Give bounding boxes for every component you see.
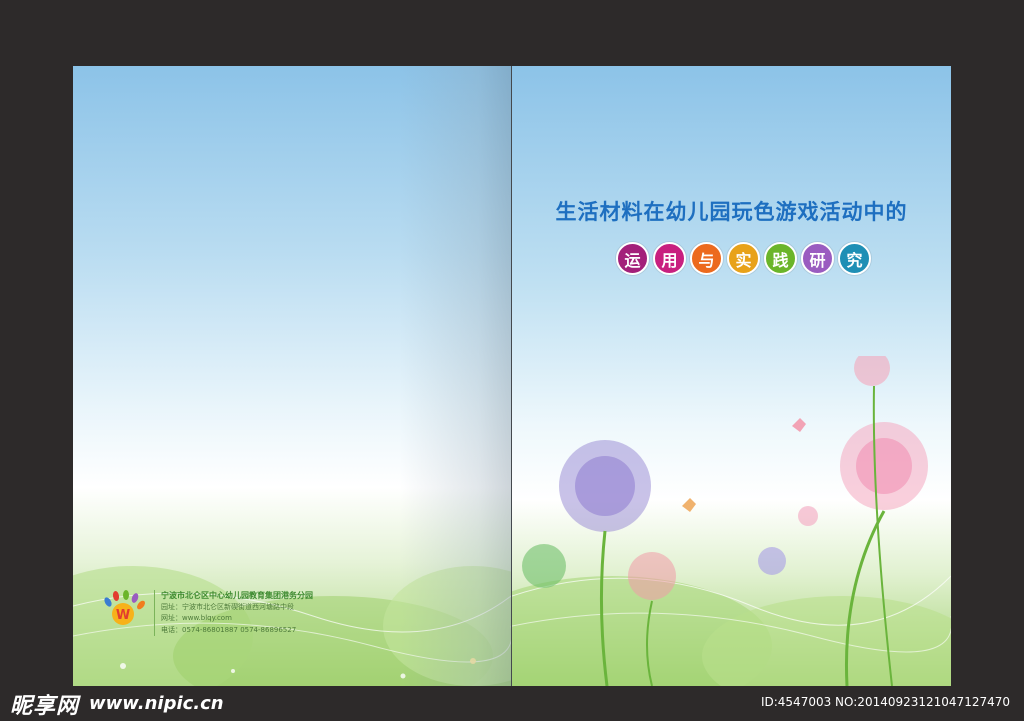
- subtitle-char: 用: [653, 242, 686, 275]
- cover-title: 生活材料在幼儿园玩色游戏活动中的: [555, 200, 908, 224]
- school-contact: 宁波市北仑区中心幼儿园教育集团港务分园 园址：宁波市北仑区新碶街道西河塘路中段 …: [154, 590, 313, 636]
- school-info-block: W 宁波市北仑区中心幼儿园教育集团港务分园 园址：宁波市北仑区新碶街道西河塘路中…: [100, 590, 313, 636]
- school-name: 宁波市北仑区中心幼儿园教育集团港务分园: [161, 591, 313, 600]
- school-phone: 电话：0574-86801887 0574-86896527: [161, 625, 297, 634]
- watermark: 昵享网 www.nipic.cn: [10, 686, 224, 721]
- subtitle-char: 究: [838, 242, 871, 275]
- watermark-url: www.nipic.cn: [89, 693, 224, 714]
- school-address: 园址：宁波市北仑区新碶街道西河塘路中段: [161, 602, 294, 611]
- school-website: 网址：www.blqy.com: [161, 614, 232, 622]
- subtitle-char: 与: [690, 242, 723, 275]
- subtitle-char: 运: [616, 242, 649, 275]
- subtitle-char: 研: [801, 242, 834, 275]
- watermark-brand: 昵享网: [10, 693, 80, 719]
- dandelion-illustration: [512, 356, 951, 686]
- subtitle-char: 践: [764, 242, 797, 275]
- subtitle-circles: 运 用 与 实 践 研 究: [616, 242, 871, 275]
- photo-id: ID:4547003 NO:20140923121047127470: [760, 695, 1010, 709]
- svg-text:W: W: [116, 608, 130, 623]
- school-logo-icon: W: [104, 590, 145, 625]
- subtitle-char: 实: [727, 242, 760, 275]
- spine-shadow: [400, 66, 512, 686]
- front-cover: [512, 66, 951, 686]
